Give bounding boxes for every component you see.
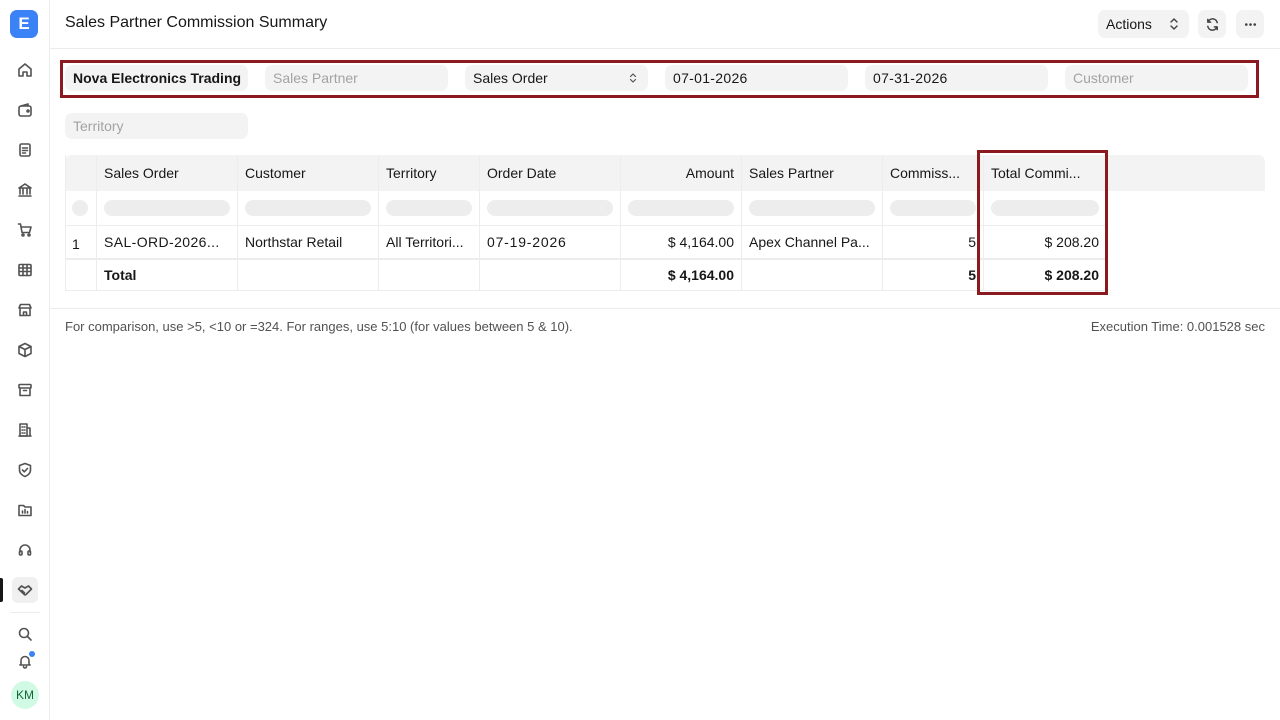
total-sales-partner-cell xyxy=(742,260,883,290)
column-header-amount[interactable]: Amount xyxy=(621,155,742,191)
table-icon[interactable] xyxy=(12,257,38,283)
app-logo[interactable]: E xyxy=(10,10,38,38)
from-date-value: 07-01-2026 xyxy=(673,70,748,86)
filter-cell-territory[interactable] xyxy=(379,191,480,225)
row-index: 1 xyxy=(65,226,97,258)
territory-input[interactable] xyxy=(73,118,240,134)
active-indicator xyxy=(0,578,3,602)
refresh-icon xyxy=(1206,17,1218,31)
total-commission-rate: 5 xyxy=(883,260,984,290)
folder-chart-icon[interactable] xyxy=(12,497,38,523)
page-header: Sales Partner Commission Summary Actions xyxy=(50,0,1280,49)
to-date-filter[interactable]: 07-31-2026 xyxy=(865,65,1048,91)
header-index-cell xyxy=(65,155,97,191)
sales-partner-input[interactable] xyxy=(273,70,440,86)
doctype-select[interactable]: Sales Order xyxy=(465,65,648,91)
avatar[interactable]: KM xyxy=(11,681,39,709)
column-header-territory[interactable]: Territory xyxy=(379,155,480,191)
filter-cell-sales-order[interactable] xyxy=(97,191,238,225)
sidebar: E KM xyxy=(0,0,50,720)
bell-icon[interactable] xyxy=(12,648,38,674)
table-row[interactable]: 1 SAL-ORD-2026... Northstar Retail All T… xyxy=(65,226,1107,259)
total-index-cell xyxy=(65,260,97,290)
column-header-sales-order[interactable]: Sales Order xyxy=(97,155,238,191)
cell-total-commission[interactable]: $ 208.20 xyxy=(984,226,1107,258)
cell-amount[interactable]: $ 4,164.00 xyxy=(621,226,742,258)
filter-cell-sales-partner[interactable] xyxy=(742,191,883,225)
sidebar-divider xyxy=(10,612,40,613)
column-header-sales-partner[interactable]: Sales Partner xyxy=(742,155,883,191)
total-territory-cell xyxy=(379,260,480,290)
column-header-total-commission[interactable]: Total Commi... xyxy=(984,155,1107,191)
chevron-up-down-icon xyxy=(1170,18,1178,30)
footer-divider xyxy=(50,308,1280,309)
logo-letter: E xyxy=(18,14,30,33)
more-horizontal-icon xyxy=(1244,22,1256,26)
building-icon[interactable] xyxy=(12,417,38,443)
column-header-customer[interactable]: Customer xyxy=(238,155,379,191)
from-date-filter[interactable]: 07-01-2026 xyxy=(665,65,848,91)
table-total-row: Total $ 4,164.00 5 $ 208.20 xyxy=(65,259,1107,291)
customer-filter[interactable] xyxy=(1065,65,1248,91)
sales-partner-filter[interactable] xyxy=(265,65,448,91)
company-value: Nova Electronics Trading xyxy=(73,70,242,86)
territory-filter[interactable] xyxy=(65,113,248,139)
to-date-value: 07-31-2026 xyxy=(873,70,948,86)
cell-customer[interactable]: Northstar Retail xyxy=(238,226,379,258)
cart-icon[interactable] xyxy=(12,217,38,243)
total-customer-cell xyxy=(238,260,379,290)
comparison-help-text: For comparison, use >5, <10 or =324. For… xyxy=(65,319,573,334)
cell-sales-order[interactable]: SAL-ORD-2026... xyxy=(97,226,238,258)
notification-dot xyxy=(29,651,35,657)
package-icon[interactable] xyxy=(12,337,38,363)
chevron-up-down-icon xyxy=(629,73,637,83)
avatar-initials: KM xyxy=(16,688,34,702)
headset-icon[interactable] xyxy=(12,537,38,563)
company-filter[interactable]: Nova Electronics Trading xyxy=(65,65,248,91)
column-filter-row xyxy=(65,191,1107,226)
refresh-button[interactable] xyxy=(1198,10,1226,38)
filter-cell-amount[interactable] xyxy=(621,191,742,225)
actions-label: Actions xyxy=(1106,16,1152,32)
document-icon[interactable] xyxy=(12,137,38,163)
wallet-icon[interactable] xyxy=(12,97,38,123)
search-icon[interactable] xyxy=(12,621,38,647)
column-header-order-date[interactable]: Order Date xyxy=(480,155,621,191)
filter-cell-order-date[interactable] xyxy=(480,191,621,225)
handshake-icon[interactable] xyxy=(12,577,38,603)
cell-territory[interactable]: All Territori... xyxy=(379,226,480,258)
home-icon[interactable] xyxy=(12,57,38,83)
store-icon[interactable] xyxy=(12,297,38,323)
shield-icon[interactable] xyxy=(12,457,38,483)
filter-cell-total-commission[interactable] xyxy=(984,191,1107,225)
filter-cell-commission-rate[interactable] xyxy=(883,191,984,225)
total-commission-amount: $ 208.20 xyxy=(984,260,1107,290)
doctype-value: Sales Order xyxy=(473,70,548,86)
filter-cell-customer[interactable] xyxy=(238,191,379,225)
table-header-row: Sales Order Customer Territory Order Dat… xyxy=(65,155,1265,191)
total-label: Total xyxy=(97,260,238,290)
total-order-date-cell xyxy=(480,260,621,290)
customer-input[interactable] xyxy=(1073,70,1240,86)
total-amount: $ 4,164.00 xyxy=(621,260,742,290)
cell-order-date[interactable]: 07-19-2026 xyxy=(480,226,621,258)
actions-button[interactable]: Actions xyxy=(1098,10,1189,38)
column-header-commission-rate[interactable]: Commiss... xyxy=(883,155,984,191)
cell-commission-rate[interactable]: 5 xyxy=(883,226,984,258)
execution-time: Execution Time: 0.001528 sec xyxy=(1090,319,1265,334)
cell-sales-partner[interactable]: Apex Channel Pa... xyxy=(742,226,883,258)
bank-icon[interactable] xyxy=(12,177,38,203)
more-options-button[interactable] xyxy=(1236,10,1264,38)
archive-icon[interactable] xyxy=(12,377,38,403)
page-title: Sales Partner Commission Summary xyxy=(65,14,328,31)
filter-cell-index xyxy=(65,191,97,225)
